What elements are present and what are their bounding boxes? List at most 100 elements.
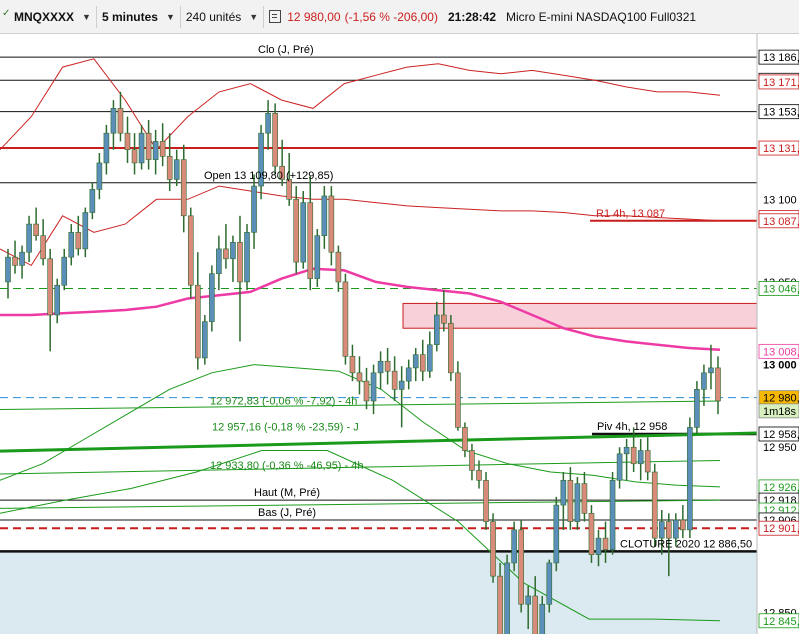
candle-body — [462, 427, 468, 451]
candle-body — [469, 450, 475, 471]
candle-body — [539, 603, 546, 634]
timeframe-selector[interactable]: 5 minutes ▼ — [97, 5, 181, 28]
timeframe-label: 5 minutes — [101, 9, 158, 24]
candle-body — [180, 159, 187, 217]
bollinger-lower — [0, 185, 721, 267]
price-label: 13 046, — [763, 284, 799, 296]
chevron-down-icon: ▼ — [165, 11, 175, 22]
price-label: 13 008, — [763, 346, 799, 358]
price-label: 12 845, — [763, 616, 799, 628]
candle-body — [434, 314, 440, 346]
price-chart[interactable]: Clo (J, Pré) Open 13 109,80 (+129,85) R1 4… — [0, 34, 799, 634]
candle-body — [230, 241, 236, 260]
candle-body — [637, 450, 644, 465]
chevron-down-icon: ▼ — [82, 11, 91, 22]
level-label: R1 4h, 13 087 — [596, 208, 665, 220]
candle-body — [40, 235, 46, 260]
units-selector[interactable]: 240 unités ▼ — [181, 5, 265, 28]
toolbar: ✓ MNQXXXX ▼ 5 minutes ▼ 240 unités ▼ 12 … — [0, 0, 799, 34]
candle-body — [124, 132, 131, 151]
candle-body — [673, 519, 679, 539]
candle-body — [75, 232, 82, 250]
candle-body — [567, 479, 574, 522]
channel-label: 12 933,80 (-0,36 % -46,95) - 4h — [210, 460, 363, 472]
info-icon[interactable] — [269, 10, 282, 23]
lower-shade — [0, 551, 757, 634]
candle-body — [117, 108, 124, 134]
candle-body — [328, 195, 335, 253]
price-tick-label: 13 100 — [763, 194, 797, 206]
candle-body — [272, 113, 278, 167]
candle-body — [384, 360, 391, 372]
candle-body — [363, 380, 370, 402]
candle-body — [202, 321, 208, 359]
candle-body — [426, 344, 433, 372]
candle-body — [701, 372, 707, 390]
price-label: 12 980, — [763, 393, 799, 405]
last-price: 12 980,00 — [287, 9, 341, 24]
candle-body — [26, 223, 32, 253]
candle-body — [237, 241, 243, 283]
level-label: Piv 4h, 12 958 — [597, 421, 667, 433]
candle-body — [574, 483, 581, 522]
candle-body — [47, 258, 53, 316]
price-axis — [757, 34, 799, 634]
candle-body — [630, 446, 637, 465]
price-tick-label: 12 950 — [763, 442, 797, 454]
candle-body — [483, 479, 489, 522]
channel-label: 12 957,16 (-0,18 % -23,59) - J — [212, 421, 359, 433]
candle-body — [708, 367, 714, 374]
candle-body — [223, 248, 229, 260]
candle-body — [12, 256, 18, 266]
candle-body — [595, 537, 602, 555]
candle-body — [138, 132, 145, 164]
candle-body — [89, 189, 96, 213]
candle-body — [370, 372, 377, 402]
candle-body — [504, 562, 510, 634]
candle-body — [82, 212, 89, 250]
candle-body — [581, 483, 588, 514]
level-label: Haut (M, Pré) — [254, 487, 320, 499]
candle-body — [96, 162, 103, 190]
candle-body — [694, 389, 700, 428]
candle-body — [525, 595, 531, 605]
candle-body — [19, 251, 25, 266]
candle-body — [455, 372, 461, 428]
price-change: (-1,56 % -206,00) — [344, 9, 438, 24]
candle-body — [588, 513, 595, 555]
candle-body — [33, 223, 39, 236]
candle-body — [103, 132, 110, 164]
candle-body — [68, 232, 75, 258]
symbol-selector[interactable]: MNQXXXX ▼ — [0, 5, 97, 28]
candle-body — [173, 159, 180, 180]
candle-body — [497, 575, 503, 634]
candle-body — [54, 284, 61, 316]
candle-body — [131, 149, 138, 164]
trend-line — [0, 431, 758, 453]
checkmark-icon: ✓ — [2, 8, 11, 19]
price-label: 13 171, — [763, 77, 799, 89]
level-label: Clo (J, Pré) — [258, 44, 314, 56]
level-label: CLOTURE 2020 12 886,50 — [620, 538, 752, 550]
candle-body — [321, 195, 328, 236]
candle-body — [532, 595, 539, 634]
candle-body — [511, 529, 517, 564]
candle-body — [623, 446, 630, 455]
candle-body — [518, 529, 524, 605]
candle-body — [391, 370, 398, 390]
candle-body — [187, 215, 194, 286]
candle-body — [244, 232, 250, 283]
candle-body — [602, 537, 609, 551]
candle-body — [166, 156, 173, 180]
candle-body — [209, 273, 215, 322]
chevron-down-icon: ▼ — [249, 11, 259, 22]
quote-info: 12 980,00 (-1,56 % -206,00) 21:28:42 Mic… — [264, 6, 701, 28]
candle-body — [715, 367, 721, 402]
candle-body — [398, 380, 405, 390]
candle-body — [216, 248, 222, 274]
instrument-description: Micro E-mini NASDAQ100 Full0321 — [506, 9, 697, 24]
candle-body — [152, 141, 159, 160]
clock-time: 21:28:42 — [447, 9, 497, 24]
candle-body — [286, 179, 292, 200]
symbol-label: MNQXXXX — [14, 9, 75, 24]
